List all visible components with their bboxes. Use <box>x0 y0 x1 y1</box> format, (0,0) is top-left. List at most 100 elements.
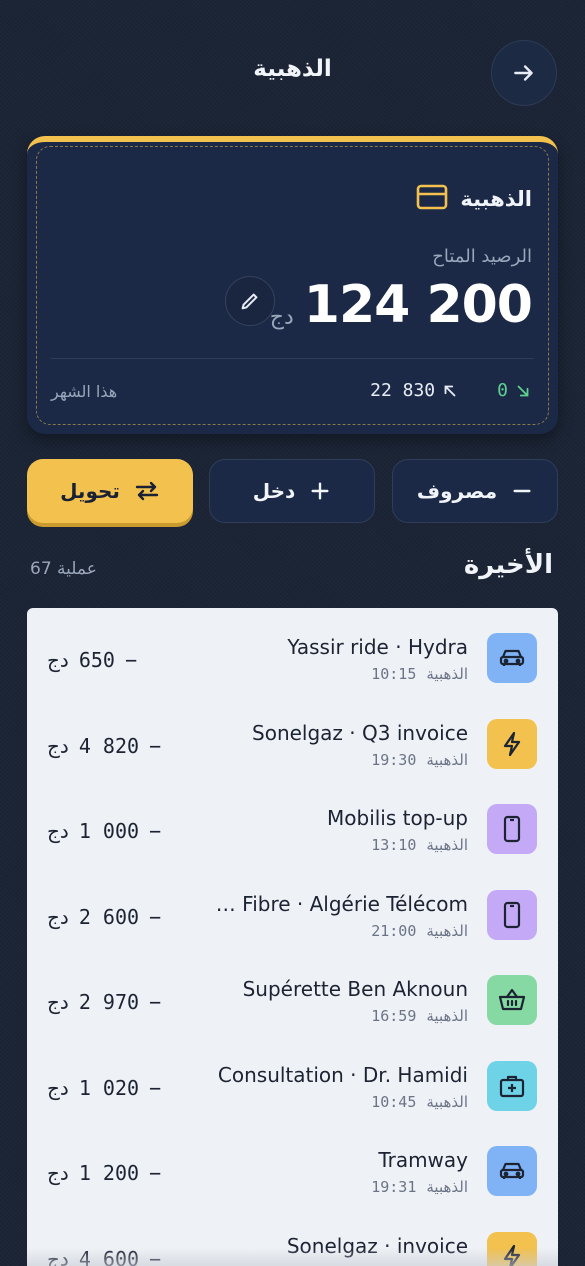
balance-amount: 124 200 <box>303 275 533 335</box>
page-title: الذهبية <box>253 56 332 82</box>
transaction-meta: 16:59 الذهبية <box>371 1007 468 1025</box>
transaction-row[interactable]: Mobilis top-up 13:10 الذهبية دج 1 000− <box>27 779 558 864</box>
minus-icon <box>513 489 531 493</box>
swap-arrows-icon <box>135 481 159 501</box>
phone-icon <box>487 804 537 854</box>
recent-count: 67 عملية <box>30 559 97 579</box>
transaction-row[interactable]: Sonelgaz · Q3 invoice 19:30 الذهبية دج 4 820… <box>27 694 558 779</box>
transaction-amount: دج 2 600− <box>47 905 161 929</box>
back-button[interactable] <box>491 40 557 106</box>
transaction-meta: 13:10 الذهبية <box>371 836 468 854</box>
transaction-currency: دج <box>47 819 69 843</box>
expense-value: 22 830 <box>370 380 436 401</box>
arrow-down-right-icon <box>517 385 529 396</box>
transaction-meta: 19:30 الذهبية <box>371 751 468 769</box>
month-stats: 22 830 0 <box>370 380 532 401</box>
transaction-meta: 10:45 الذهبية <box>371 1093 468 1111</box>
expense-button-label: مصروف <box>416 479 498 503</box>
transaction-wallet: الذهبية <box>426 1178 468 1196</box>
car-icon <box>487 1146 537 1196</box>
transaction-row[interactable]: Consultation · Dr. Hamidi 10:45 الذهبية دج 1… <box>27 1036 558 1121</box>
transaction-title: Tramway <box>378 1148 468 1172</box>
transaction-currency: دج <box>47 648 69 672</box>
transaction-wallet: الذهبية <box>426 836 468 854</box>
transaction-time: 13:10 <box>371 836 417 854</box>
transaction-value: 1 000 <box>78 819 140 843</box>
transaction-wallet: الذهبية <box>426 750 468 769</box>
transaction-time: 10:45 <box>371 1092 417 1111</box>
transaction-value: 4 820 <box>78 733 140 758</box>
transaction-wallet: الذهبية <box>426 665 468 683</box>
pencil-icon <box>241 293 258 310</box>
edit-balance-button[interactable] <box>225 276 275 326</box>
month-income: 0 <box>497 380 532 401</box>
wallet-card: الذهبية الرصيد المتاح دج 124 200 22 830 … <box>27 136 558 434</box>
recent-title: الأخيرة <box>463 550 553 580</box>
transactions-list[interactable]: Yassir ride · Hydra 10:15 الذهبية دج 650− Son… <box>27 608 558 1266</box>
transaction-time: 16:59 <box>371 1007 417 1025</box>
transaction-time: 19:31 <box>371 1178 417 1196</box>
list-fade <box>27 1248 558 1266</box>
transaction-value: 650 <box>78 648 115 672</box>
month-expense: 22 830 <box>370 380 459 401</box>
transaction-value: 2 600 <box>78 904 140 929</box>
period-label: هذا الشهر <box>51 382 118 401</box>
phone-icon <box>487 889 537 940</box>
balance-label: الرصيد المتاح <box>432 246 532 267</box>
basket-icon <box>487 975 537 1025</box>
header: الذهبية <box>28 40 557 106</box>
plus-icon <box>311 482 329 500</box>
arrow-up-left-icon <box>444 385 456 396</box>
transaction-row[interactable]: Fibre · Algérie Télécom … 21:00 الذهبية دج 2… <box>27 865 558 950</box>
transaction-amount: دج 2 970− <box>47 990 161 1014</box>
transaction-sign: − <box>149 819 162 843</box>
transaction-currency: دج <box>47 904 69 929</box>
transaction-wallet: الذهبية <box>426 921 468 940</box>
transaction-time: 10:15 <box>371 665 417 683</box>
transaction-amount: دج 1 020− <box>47 1076 161 1100</box>
transaction-row[interactable]: Supérette Ben Aknoun 16:59 الذهبية دج 2 970− <box>27 950 558 1035</box>
transaction-title: Supérette Ben Aknoun <box>242 977 468 1001</box>
action-buttons: مصروف دخل تحويل <box>27 459 558 525</box>
transaction-row[interactable]: Tramway 19:31 الذهبية دج 1 200− <box>27 1121 558 1206</box>
add-expense-button[interactable]: مصروف <box>392 459 558 523</box>
car-icon <box>487 633 537 683</box>
transaction-sign: − <box>124 648 137 672</box>
transaction-sign: − <box>149 990 162 1014</box>
transaction-value: 1 020 <box>78 1075 140 1100</box>
transaction-time: 19:30 <box>371 750 417 769</box>
transaction-title: Mobilis top-up <box>327 806 468 830</box>
arrow-right-icon <box>514 65 533 81</box>
bolt-icon <box>487 718 537 769</box>
add-income-button[interactable]: دخل <box>209 459 375 523</box>
transaction-value: 2 970 <box>78 990 140 1014</box>
transaction-wallet: الذهبية <box>426 1007 468 1025</box>
transaction-amount: دج 650− <box>47 648 137 672</box>
balance-row: دج 124 200 <box>270 274 533 336</box>
transaction-sign: − <box>149 733 162 758</box>
transaction-time: 21:00 <box>371 921 417 940</box>
transaction-title: Fibre · Algérie Télécom … <box>215 891 468 916</box>
wallet-divider <box>51 358 534 359</box>
transaction-sign: − <box>149 1075 162 1100</box>
transaction-value: 1 200 <box>78 1161 140 1185</box>
transaction-sign: − <box>149 1161 162 1185</box>
transfer-button-label: تحويل <box>60 479 120 503</box>
transaction-amount: دج 1 200− <box>47 1161 161 1185</box>
income-value: 0 <box>497 380 508 401</box>
medical-kit-icon <box>487 1060 537 1111</box>
transaction-title: Consultation · Dr. Hamidi <box>217 1062 468 1087</box>
credit-card-icon <box>416 184 448 214</box>
transaction-amount: دج 4 820− <box>47 734 161 758</box>
income-button-label: دخل <box>252 479 296 503</box>
transaction-row[interactable]: Yassir ride · Hydra 10:15 الذهبية دج 650− <box>27 608 558 693</box>
transaction-meta: 19:31 الذهبية <box>371 1178 468 1196</box>
transaction-title: Sonelgaz · Q3 invoice <box>252 720 468 745</box>
transfer-button[interactable]: تحويل <box>27 459 193 523</box>
transaction-title: Yassir ride · Hydra <box>287 635 468 659</box>
transaction-currency: دج <box>47 1075 69 1100</box>
transaction-amount: دج 1 000− <box>47 819 161 843</box>
wallet-name-row: الذهبية <box>416 184 532 214</box>
transaction-currency: دج <box>47 1161 69 1185</box>
wallet-name: الذهبية <box>460 187 532 211</box>
